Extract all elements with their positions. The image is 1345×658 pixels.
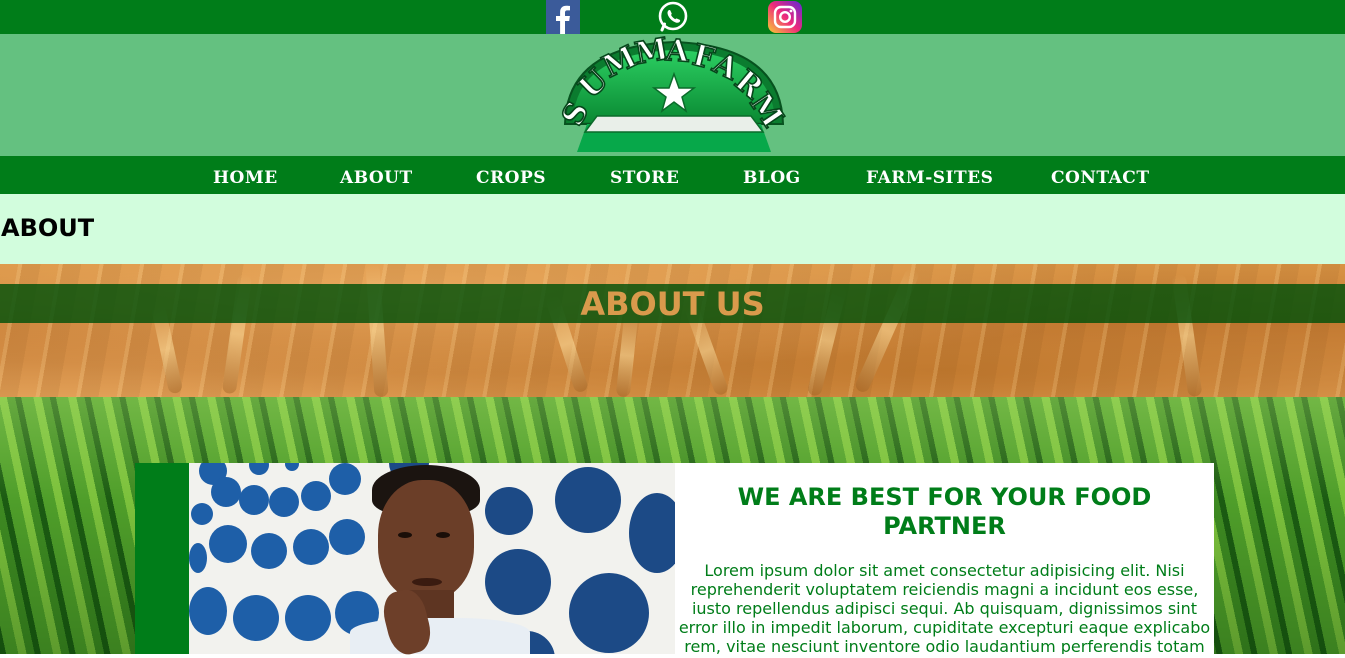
facebook-icon[interactable] <box>546 0 580 34</box>
nav-about[interactable]: ABOUT <box>340 156 413 194</box>
page-title: ABOUT <box>1 214 95 242</box>
about-text-card: WE ARE BEST FOR YOUR FOOD PARTNER Lorem … <box>675 463 1214 654</box>
about-body: Lorem ipsum dolor sit amet consectetur a… <box>678 561 1211 654</box>
logo-letter: A <box>663 36 690 70</box>
nav-store[interactable]: STORE <box>610 156 679 194</box>
hero-title: ABOUT US <box>580 285 765 323</box>
card-accent-bar <box>135 463 189 654</box>
instagram-icon[interactable] <box>768 1 802 33</box>
nav-blog[interactable]: BLOG <box>743 156 801 194</box>
nav-farm-sites[interactable]: FARM-SITES <box>866 156 993 194</box>
about-headline: WE ARE BEST FOR YOUR FOOD PARTNER <box>737 483 1152 540</box>
nav-home[interactable]: HOME <box>213 156 278 194</box>
person-shirt <box>350 618 530 654</box>
whatsapp-icon[interactable] <box>656 0 690 34</box>
summa-farm-logo[interactable]: S U M M A F A R M <box>554 31 791 154</box>
main-nav: HOME ABOUT CROPS STORE BLOG FARM-SITES C… <box>0 156 1345 194</box>
nav-crops[interactable]: CROPS <box>476 156 546 194</box>
nav-contact[interactable]: CONTACT <box>1051 156 1149 194</box>
page-title-band <box>0 194 1345 264</box>
